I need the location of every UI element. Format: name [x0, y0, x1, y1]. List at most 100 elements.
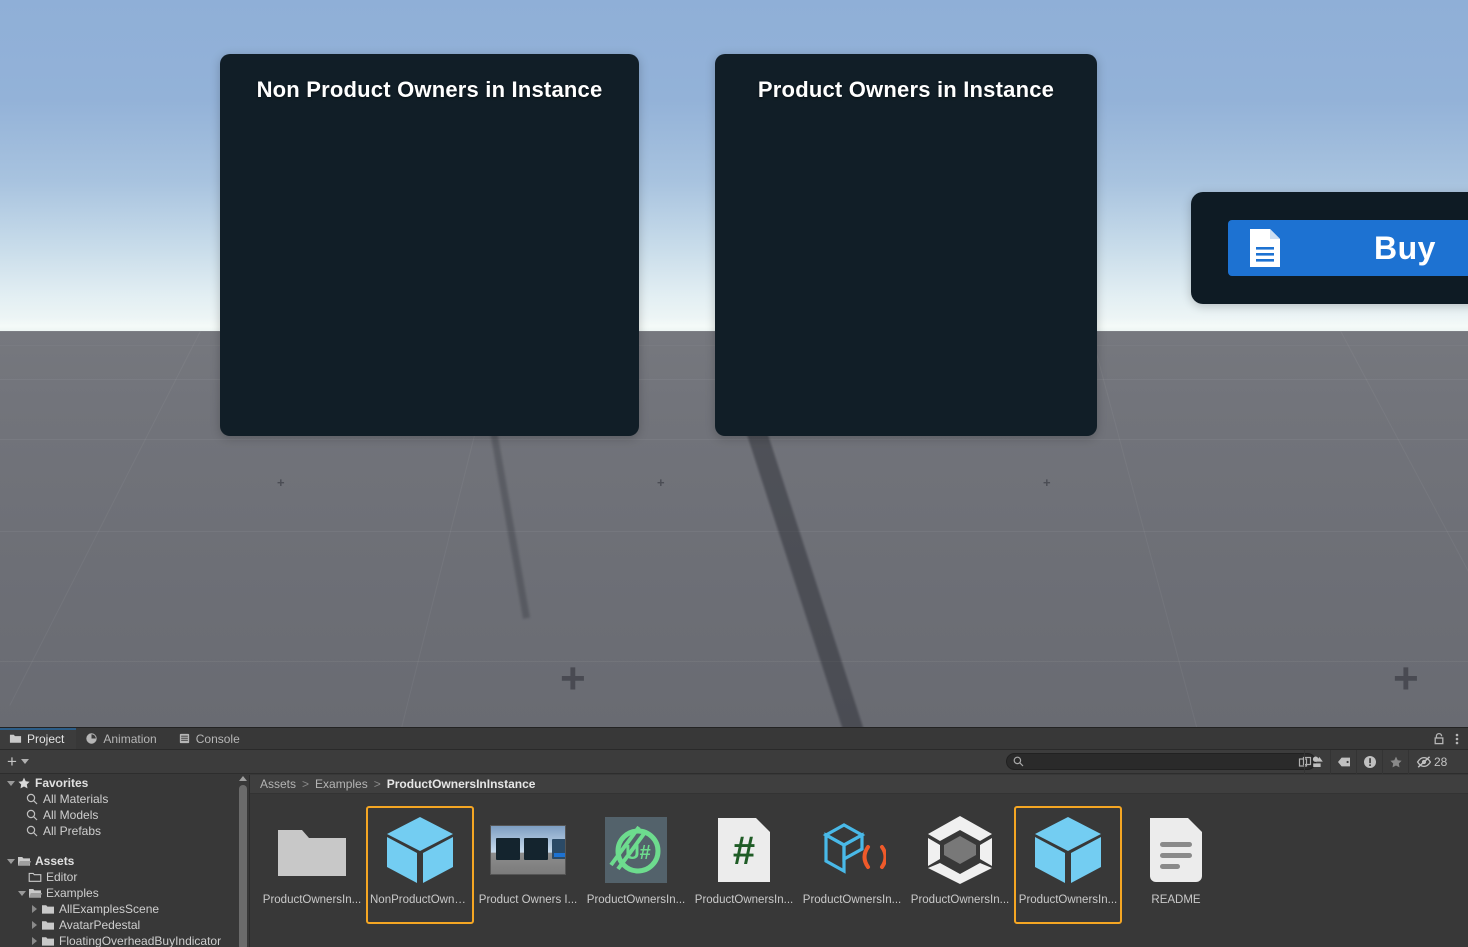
ground-marker: +: [277, 475, 285, 490]
board-non-product-owners[interactable]: Non Product Owners in Instance: [220, 54, 639, 436]
tree-item-floatingoverheadbuyindicator[interactable]: FloatingOverheadBuyIndicator: [0, 933, 249, 947]
search-field[interactable]: [1006, 753, 1316, 770]
asset-label: ProductOwnersIn...: [586, 894, 686, 906]
folder-icon: [9, 734, 22, 743]
search-icon: [26, 809, 38, 821]
tree-item-label: Examples: [46, 886, 99, 900]
project-toolbar[interactable]: + 28: [0, 750, 1468, 774]
create-asset-button[interactable]: +: [0, 750, 37, 773]
tab-label: Console: [195, 731, 240, 746]
asset-label: ProductOwnersIn...: [802, 894, 902, 906]
star-icon: [18, 777, 30, 789]
asset-item-prefab-variant[interactable]: ProductOwnersIn...: [798, 806, 906, 924]
tab-label: Project: [27, 731, 65, 746]
tree-item-editor[interactable]: Editor: [0, 869, 249, 885]
twisty-down-icon[interactable]: [15, 890, 28, 896]
ground-shadow-secondary: [490, 430, 530, 619]
breadcrumb-separator: >: [373, 777, 381, 791]
eye-off-icon: [1416, 756, 1432, 768]
twisty-right-icon[interactable]: [28, 921, 41, 929]
ground-shadow: [745, 423, 901, 727]
asset-item-scene[interactable]: Product Owners I...: [474, 806, 582, 924]
clock-icon: [86, 733, 98, 744]
tab-animation[interactable]: Animation: [76, 728, 168, 749]
tree-scroll-up-arrow[interactable]: [238, 776, 247, 781]
asset-label: ProductOwnersIn...: [1018, 894, 1118, 906]
board-buy-indicator[interactable]: Buy: [1191, 192, 1468, 304]
filter-favorites-icon[interactable]: [1382, 750, 1408, 774]
filter-by-label-icon[interactable]: [1330, 750, 1356, 774]
tab-project[interactable]: Project: [0, 728, 77, 749]
folder-open-icon: [29, 889, 42, 898]
board-product-owners[interactable]: Product Owners in Instance: [715, 54, 1097, 436]
asset-grid[interactable]: ProductOwnersIn... NonProductOwne... Pro…: [250, 794, 1468, 924]
tree-item-label: All Models: [43, 808, 99, 822]
folder-icon: [42, 921, 54, 930]
asset-item-folder[interactable]: ProductOwnersIn...: [258, 806, 366, 924]
asset-item-productowners-prefab[interactable]: ProductOwnersIn...: [1014, 806, 1122, 924]
tree-item-label: Editor: [46, 870, 78, 884]
asset-label: README: [1151, 894, 1201, 906]
breadcrumb-assets[interactable]: Assets: [260, 777, 296, 791]
filter-by-type-icon[interactable]: [1304, 750, 1330, 774]
search-icon: [1013, 756, 1024, 767]
project-panel-body[interactable]: Favorites All Materials All Models All P…: [0, 775, 1468, 947]
ground-marker: +: [1043, 475, 1051, 490]
prefab-cube-icon: [1030, 812, 1106, 888]
tab-console[interactable]: Console: [169, 728, 252, 749]
filter-warning-icon[interactable]: [1356, 750, 1382, 774]
scene-viewport[interactable]: + + + + + Non Product Owners in Instance…: [0, 0, 1468, 727]
board-title: Product Owners in Instance: [757, 77, 1055, 102]
prefab-variant-icon: [814, 812, 890, 888]
buy-button[interactable]: Buy: [1228, 220, 1468, 276]
asset-item-udonsharp[interactable]: U# ProductOwnersIn...: [582, 806, 690, 924]
project-filter-icons[interactable]: 28: [1304, 750, 1453, 774]
twisty-down-icon[interactable]: [4, 780, 17, 786]
search-input[interactable]: [1024, 755, 1298, 768]
console-icon: [179, 733, 189, 744]
project-panel[interactable]: Project Animation Console + 28 Favorites…: [0, 727, 1468, 947]
breadcrumb[interactable]: Assets > Examples > ProductOwnersInInsta…: [250, 775, 1468, 794]
tree-item-label: All Materials: [43, 792, 109, 806]
twisty-right-icon[interactable]: [28, 905, 41, 913]
tree-item-label: Favorites: [35, 776, 89, 790]
create-asset-label: +: [7, 752, 17, 771]
twisty-right-icon[interactable]: [28, 937, 41, 945]
tree-item-assets[interactable]: Assets: [0, 853, 249, 869]
tree-item-examples[interactable]: Examples: [0, 885, 249, 901]
tree-item-favorites[interactable]: Favorites: [0, 775, 249, 791]
chevron-down-icon: [20, 759, 29, 764]
svg-text:U#: U#: [625, 842, 651, 864]
tree-item-avatarpedestal[interactable]: AvatarPedestal: [0, 917, 249, 933]
ground-marker: +: [657, 475, 665, 490]
asset-item-readme[interactable]: README: [1122, 806, 1230, 924]
asset-label: ProductOwnersIn...: [910, 894, 1010, 906]
search-icon: [26, 825, 38, 837]
twisty-down-icon[interactable]: [4, 858, 17, 864]
folder-icon: [42, 937, 54, 946]
kebab-menu-icon[interactable]: [1455, 732, 1459, 746]
hidden-assets-counter[interactable]: 28: [1408, 750, 1453, 774]
csharp-script-icon: #: [706, 812, 782, 888]
tree-item-all-prefabs[interactable]: All Prefabs: [0, 823, 249, 839]
panel-tab-actions[interactable]: [1433, 728, 1468, 749]
tree-scrollbar[interactable]: [239, 785, 247, 947]
tree-item-label: All Prefabs: [43, 824, 102, 838]
board-title: Non Product Owners in Instance: [256, 77, 603, 102]
lock-icon[interactable]: [1433, 732, 1445, 745]
panel-tab-bar[interactable]: Project Animation Console: [0, 728, 1468, 750]
tree-item-label: FloatingOverheadBuyIndicator: [59, 934, 222, 947]
asset-item-nonproductowners-prefab[interactable]: NonProductOwne...: [366, 806, 474, 924]
asset-item-unity-asset[interactable]: ProductOwnersIn...: [906, 806, 1014, 924]
tree-item-allexamplesscene[interactable]: AllExamplesScene: [0, 901, 249, 917]
tree-item-label: AllExamplesScene: [59, 902, 160, 916]
breadcrumb-examples[interactable]: Examples: [315, 777, 368, 791]
tree-item-all-materials[interactable]: All Materials: [0, 791, 249, 807]
tree-item-label: Assets: [35, 854, 75, 868]
tab-label: Animation: [103, 731, 157, 746]
asset-label: NonProductOwne...: [370, 894, 470, 906]
project-tree[interactable]: Favorites All Materials All Models All P…: [0, 775, 250, 947]
asset-grid-area[interactable]: Assets > Examples > ProductOwnersInInsta…: [250, 775, 1468, 947]
tree-item-all-models[interactable]: All Models: [0, 807, 249, 823]
asset-item-csharp-script[interactable]: # ProductOwnersIn...: [690, 806, 798, 924]
